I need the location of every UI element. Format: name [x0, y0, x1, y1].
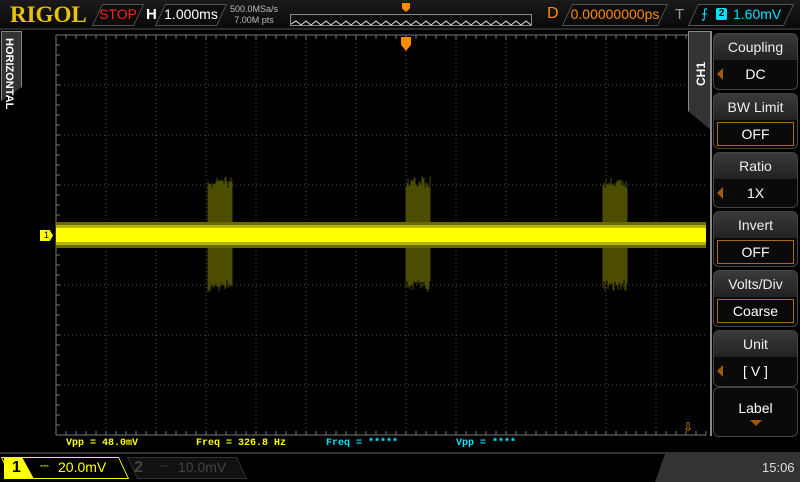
- rigol-logo: RIGOL: [10, 2, 87, 28]
- more-arrow-icon: [750, 420, 762, 426]
- menu-invert-button[interactable]: Invert OFF: [713, 211, 798, 267]
- menu-label-button[interactable]: Label: [713, 387, 798, 437]
- menu-coupling-button[interactable]: Coupling DC: [713, 33, 798, 90]
- menu-title: Invert: [714, 212, 797, 238]
- delay-label: D: [547, 5, 559, 23]
- trigger-source: 2: [716, 8, 727, 20]
- run-state[interactable]: STOP: [97, 6, 139, 22]
- menu-title: Label: [714, 400, 797, 416]
- menu-value: Coarse: [717, 299, 794, 323]
- memory-depth: 7.00M pts: [226, 15, 282, 26]
- sample-rate: 500.0MSa/s: [226, 4, 282, 15]
- ch1-trace: [56, 228, 706, 242]
- menu-title: Ratio: [714, 153, 797, 179]
- menu-title: Coupling: [714, 34, 797, 60]
- menu-value: OFF: [717, 122, 794, 146]
- menu-title: BW Limit: [714, 94, 797, 120]
- menu-value: 1X: [747, 185, 764, 201]
- ch1-scale[interactable]: 20.0mV: [58, 459, 106, 475]
- bottom-bar: 1 ⎓ 20.0mV 2 ⎓ 10.0mV 15:06: [0, 452, 800, 480]
- measurement-freq-ch1: Freq = 326.8 Hz: [196, 438, 286, 449]
- dc-coupling-icon: ⎓: [160, 460, 169, 473]
- menu-ratio-button[interactable]: Ratio 1X: [713, 152, 798, 208]
- menu-value: [ V ]: [743, 363, 768, 379]
- trigger-level-marker-icon[interactable]: ⇩: [683, 420, 693, 434]
- timebase-value[interactable]: 1.000ms: [160, 6, 222, 22]
- ch1-tab-label: CH1: [694, 62, 708, 86]
- menu-value: OFF: [717, 240, 794, 264]
- horizontal-tab-label: HORIZONTAL: [3, 38, 15, 109]
- trigger-position-icon: [402, 3, 410, 12]
- left-arrow-icon: [717, 68, 723, 80]
- measurement-freq-ch2: Freq = *****: [326, 438, 398, 449]
- trigger-level[interactable]: 1.60mV: [733, 6, 781, 22]
- dc-coupling-icon: ⎓: [40, 460, 49, 473]
- measurement-vpp-ch2: Vpp = ****: [456, 438, 516, 449]
- measurement-vpp-ch1: Vpp = 48.0mV: [66, 438, 138, 449]
- menu-title: Volts/Div: [714, 271, 797, 297]
- ch1-number: 1: [12, 459, 21, 477]
- clock: 15:06: [762, 460, 795, 475]
- menu-bw-limit-button[interactable]: BW Limit OFF: [713, 93, 798, 149]
- top-status-bar: RIGOL STOP H 1.000ms 500.0MSa/s 7.00M pt…: [0, 0, 800, 30]
- ch2-scale[interactable]: 10.0mV: [178, 459, 226, 475]
- menu-title: Unit: [714, 331, 797, 357]
- waveform-display[interactable]: [0, 0, 800, 480]
- menu-value: DC: [745, 66, 765, 82]
- memory-overview[interactable]: [290, 14, 532, 26]
- menu-unit-button[interactable]: Unit [ V ]: [713, 330, 798, 387]
- left-arrow-icon: [717, 187, 723, 199]
- delay-value[interactable]: 0.00000000ps: [567, 6, 663, 22]
- left-arrow-icon: [717, 365, 723, 377]
- trigger-label: T: [675, 6, 684, 23]
- rising-edge-icon: ⨍: [701, 6, 708, 22]
- ch2-number: 2: [134, 459, 143, 477]
- menu-volts-div-button[interactable]: Volts/Div Coarse: [713, 270, 798, 327]
- timebase-label: H: [146, 6, 157, 23]
